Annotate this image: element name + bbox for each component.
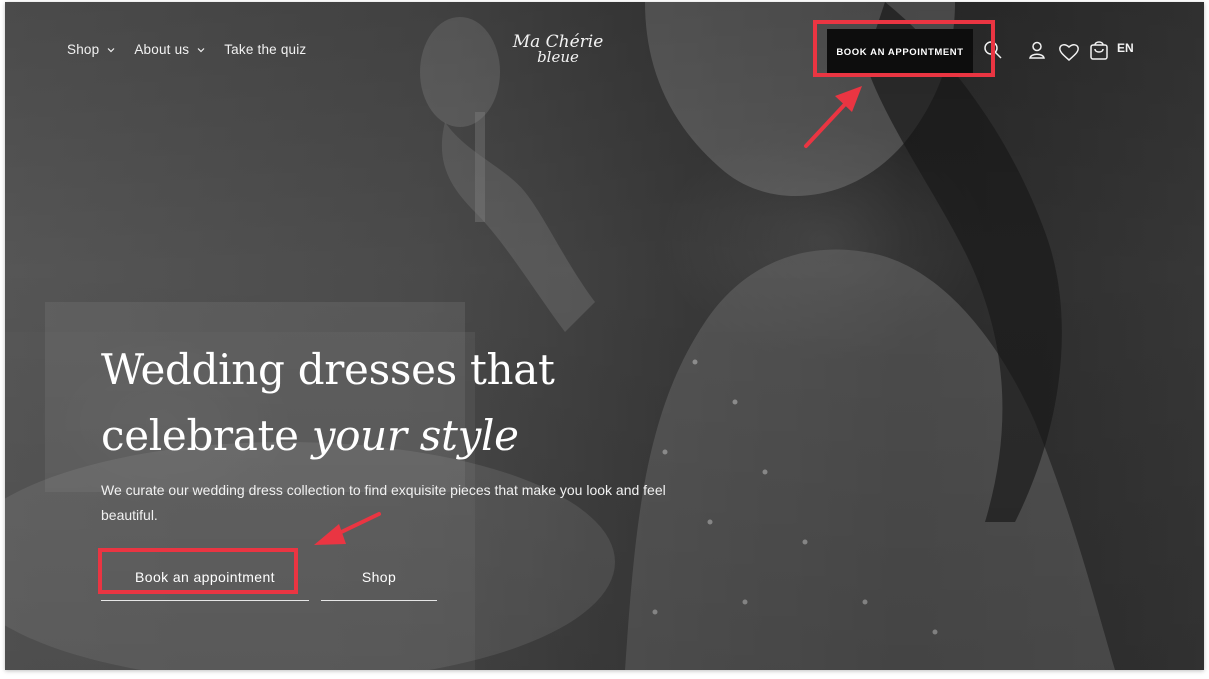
nav-item-label: Take the quiz bbox=[224, 42, 307, 57]
shop-hero-button[interactable]: Shop bbox=[321, 554, 437, 601]
account-icon[interactable] bbox=[1027, 40, 1047, 60]
main-nav: Shop About us Take the quiz bbox=[67, 42, 306, 57]
chevron-down-icon bbox=[107, 47, 115, 52]
hero-title: Wedding dresses that celebrate your styl… bbox=[101, 337, 721, 470]
chevron-down-icon bbox=[197, 47, 205, 52]
nav-item-about-us[interactable]: About us bbox=[134, 42, 206, 57]
language-selector[interactable]: EN bbox=[1117, 41, 1134, 55]
brand-logo[interactable]: Ma Chérie bleue bbox=[503, 33, 613, 67]
book-appointment-hero-button[interactable]: Book an appointment bbox=[101, 554, 309, 601]
logo-sub-text: bleue bbox=[537, 48, 579, 67]
hero-subtitle: We curate our wedding dress collection t… bbox=[101, 482, 666, 524]
nav-item-label: About us bbox=[134, 42, 190, 57]
nav-item-take-the-quiz[interactable]: Take the quiz bbox=[224, 42, 306, 57]
hero-title-line-2: celebrate your style bbox=[101, 403, 721, 469]
hero-title-line-1: Wedding dresses that bbox=[101, 345, 555, 394]
hero-title-emphasis: your style bbox=[311, 411, 519, 461]
site-header: Shop About us Take the quiz Ma Chérie bl… bbox=[5, 2, 1204, 92]
book-appointment-header-button[interactable]: BOOK AN APPOINTMENT bbox=[827, 29, 973, 75]
hero-screenshot: Shop About us Take the quiz Ma Chérie bl… bbox=[5, 2, 1204, 670]
cart-bag-icon[interactable] bbox=[1088, 39, 1110, 61]
nav-item-shop[interactable]: Shop bbox=[67, 42, 116, 57]
hero-title-plain: celebrate bbox=[101, 411, 312, 461]
wishlist-heart-icon[interactable] bbox=[1058, 42, 1080, 62]
nav-item-label: Shop bbox=[67, 42, 100, 57]
search-icon[interactable] bbox=[983, 40, 1003, 60]
